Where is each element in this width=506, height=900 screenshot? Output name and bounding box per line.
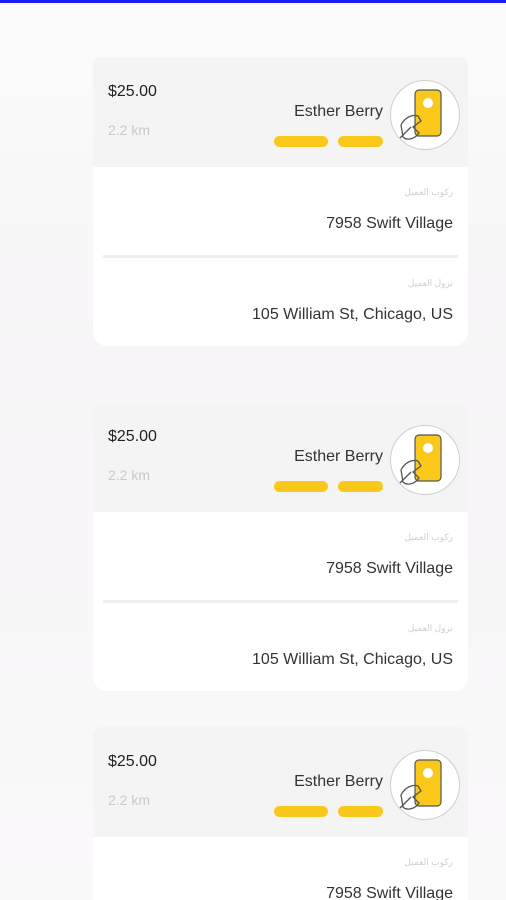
order-card-body: ركوب العميل 7958 Swift Village نزول العم… [93,167,468,346]
order-price: $25.00 [108,428,157,445]
pickup-label: ركوب العميل [404,857,453,867]
order-card-header: $25.00 2.2 km Esther Berry [93,727,468,837]
customer-name: Esther Berry [294,448,383,465]
dropoff-label: نزول العميل [407,278,453,288]
customer-tag [338,481,383,492]
customer-name: Esther Berry [294,773,383,790]
customer-tags [274,136,383,147]
customer-tag [338,136,383,147]
order-card[interactable]: $25.00 2.2 km Esther Berry ركوب العميل 7… [93,57,468,346]
customer-avatar[interactable] [390,425,460,495]
order-price: $25.00 [108,83,157,100]
order-distance: 2.2 km [108,467,151,483]
customer-tag [274,136,328,147]
pickup-row: ركوب العميل 7958 Swift Village [93,837,468,900]
customer-tag [274,481,328,492]
order-card-header: $25.00 2.2 km Esther Berry [93,402,468,512]
pickup-label: ركوب العميل [404,187,453,197]
dropoff-label: نزول العميل [407,623,453,633]
phone-in-hand-icon [398,759,442,810]
order-card[interactable]: $25.00 2.2 km Esther Berry ركوب العميل 7… [93,402,468,691]
pickup-row: ركوب العميل 7958 Swift Village [93,167,468,255]
order-card-header: $25.00 2.2 km Esther Berry [93,57,468,167]
orders-list: $25.00 2.2 km Esther Berry ركوب العميل 7… [0,3,506,900]
pickup-label: ركوب العميل [404,532,453,542]
order-price: $25.00 [108,753,157,770]
phone-in-hand-icon [398,89,442,140]
customer-avatar[interactable] [390,80,460,150]
pickup-row: ركوب العميل 7958 Swift Village [93,512,468,600]
dropoff-address: 105 William St, Chicago, US [252,651,453,668]
dropoff-row: نزول العميل 105 William St, Chicago, US [93,603,468,691]
customer-tag [274,806,328,817]
pickup-address: 7958 Swift Village [326,560,453,577]
dropoff-address: 105 William St, Chicago, US [252,306,453,323]
order-distance: 2.2 km [108,122,151,138]
customer-avatar[interactable] [390,750,460,820]
customer-tag [338,806,383,817]
order-card-body: ركوب العميل 7958 Swift Village [93,837,468,900]
customer-tags [274,806,383,817]
order-card[interactable]: $25.00 2.2 km Esther Berry ركوب العميل 7… [93,727,468,900]
customer-tags [274,481,383,492]
customer-name: Esther Berry [294,103,383,120]
phone-in-hand-icon [398,434,442,485]
pickup-address: 7958 Swift Village [326,215,453,232]
order-distance: 2.2 km [108,792,151,808]
pickup-address: 7958 Swift Village [326,885,453,900]
dropoff-row: نزول العميل 105 William St, Chicago, US [93,258,468,346]
order-card-body: ركوب العميل 7958 Swift Village نزول العم… [93,512,468,691]
